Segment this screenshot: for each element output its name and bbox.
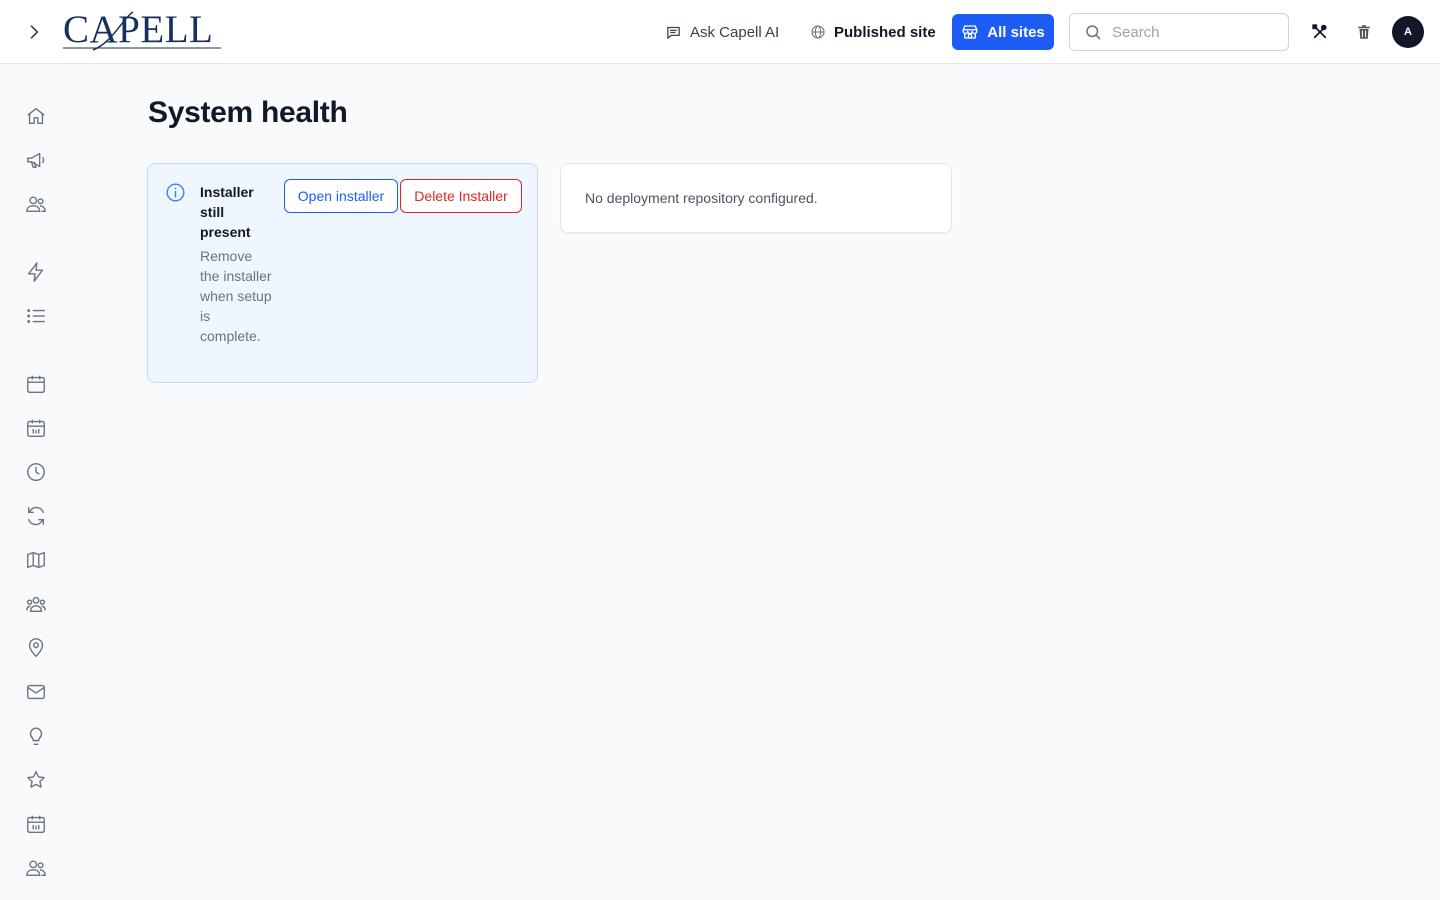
users-icon: [26, 196, 46, 213]
sidebar-item-list[interactable]: [24, 304, 48, 328]
sidebar-item-schedule[interactable]: [24, 416, 48, 440]
wrench-screwdriver-icon: [1312, 24, 1327, 39]
tools-button[interactable]: [1308, 20, 1332, 44]
sidebar-item-favorites[interactable]: [24, 768, 48, 792]
ask-ai-link[interactable]: Ask Capell AI: [665, 20, 779, 44]
star-icon: [27, 771, 45, 788]
deployment-repo-message: No deployment repository configured.: [585, 190, 818, 206]
published-site-label: Published site: [834, 23, 936, 41]
sidebar-item-members[interactable]: [24, 856, 48, 880]
all-sites-label: All sites: [987, 23, 1045, 41]
trash-button[interactable]: [1352, 20, 1376, 44]
refresh-icon: [27, 506, 45, 526]
sidebar-item-history[interactable]: [24, 460, 48, 484]
delete-installer-button[interactable]: Delete Installer: [400, 179, 522, 213]
globe-icon: [811, 25, 825, 39]
sidebar-item-home[interactable]: [24, 104, 48, 128]
trash-icon: [1358, 25, 1370, 39]
alert-title: Installer still present: [200, 184, 254, 240]
sidebar-item-ideas[interactable]: [24, 724, 48, 748]
chat-icon: [667, 26, 680, 39]
mail-icon: [27, 684, 45, 700]
open-installer-button[interactable]: Open installer: [284, 179, 398, 213]
list-icon: [27, 309, 45, 323]
published-site-link[interactable]: Published site: [810, 20, 936, 44]
chevron-right-icon: [30, 25, 39, 39]
sidebar-item-events[interactable]: [24, 812, 48, 836]
calendar-grid-icon: [27, 815, 45, 833]
page-title: System health: [148, 96, 348, 129]
search-icon: [1086, 25, 1101, 40]
search-input[interactable]: [1112, 23, 1272, 41]
map-icon: [27, 551, 45, 569]
home-icon: [27, 107, 45, 125]
sidebar-item-actions[interactable]: [24, 260, 48, 284]
ask-ai-label: Ask Capell AI: [690, 23, 780, 41]
sidebar-item-users[interactable]: [24, 192, 48, 216]
expand-sidebar-button[interactable]: [22, 20, 46, 44]
storefront-icon: [962, 25, 978, 39]
megaphone-icon: [27, 152, 45, 169]
user-group-icon: [26, 596, 46, 613]
user-avatar[interactable]: A: [1392, 16, 1424, 48]
top-bar: CAPELL Ask Capell AI Published site All …: [0, 0, 1440, 64]
lightbulb-icon: [29, 727, 43, 745]
map-pin-icon: [28, 638, 44, 658]
info-icon: [166, 183, 185, 202]
sidebar: [0, 65, 72, 900]
lightning-icon: [27, 262, 44, 282]
capell-logo[interactable]: CAPELL: [63, 8, 223, 52]
sidebar-item-map[interactable]: [24, 548, 48, 572]
search-box[interactable]: [1069, 13, 1289, 51]
sidebar-item-locations[interactable]: [24, 636, 48, 660]
calendar-icon: [27, 375, 45, 393]
sidebar-item-calendar[interactable]: [24, 372, 48, 396]
clock-icon: [27, 463, 45, 481]
sidebar-item-mail[interactable]: [24, 680, 48, 704]
sidebar-item-groups[interactable]: [24, 592, 48, 616]
sidebar-item-announcements[interactable]: [24, 148, 48, 172]
logo-swoosh-icon: [63, 11, 221, 51]
all-sites-button[interactable]: All sites: [952, 14, 1054, 50]
calendar-grid-icon: [27, 419, 45, 437]
users-icon: [26, 860, 46, 877]
alert-description: Remove the installer when setup is compl…: [200, 248, 272, 344]
sidebar-item-sync[interactable]: [24, 504, 48, 528]
